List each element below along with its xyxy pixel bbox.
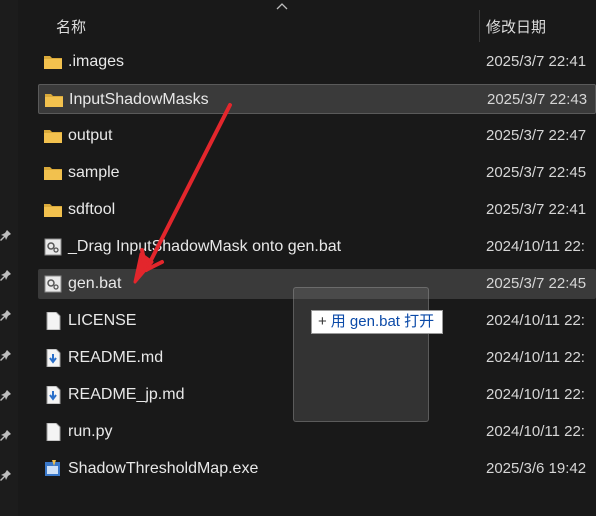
drop-action-tooltip: + 用 gen.bat 打开 [311,310,444,334]
pin-icon[interactable] [0,429,12,443]
file-row-images[interactable]: .images 2025/3/7 22:41 [38,47,596,77]
pin-icon[interactable] [0,229,12,243]
file-date: 2024/10/11 22: [486,312,585,329]
document-icon [46,312,61,330]
folder-icon [44,130,62,143]
folder-icon [44,56,62,69]
file-row-shadowthresholdmap-exe[interactable]: ShadowThresholdMap.exe 2025/3/6 19:42 [38,454,596,484]
markdown-file-icon [46,349,61,367]
file-date: 2025/3/7 22:41 [486,53,587,70]
file-name: gen.bat [68,275,122,292]
file-date: 2025/3/7 22:47 [486,127,587,144]
drag-preview [293,287,429,422]
name-column-header[interactable]: 名称 [56,16,86,37]
file-name: _Drag InputShadowMask onto gen.bat [68,238,342,255]
file-date: 2025/3/6 19:42 [486,460,587,477]
document-icon [46,423,61,441]
batch-file-icon [44,238,62,256]
file-name: README_jp.md [68,386,185,403]
file-row-output[interactable]: output 2025/3/7 22:47 [38,121,596,151]
folder-icon [45,94,63,107]
pin-icon[interactable] [0,269,12,283]
file-name: LICENSE [68,312,137,329]
plus-icon: + [318,313,327,330]
column-divider[interactable] [479,10,480,42]
folder-icon [44,167,62,180]
file-name: InputShadowMasks [69,91,209,108]
file-date: 2024/10/11 22: [486,238,585,255]
drop-action-text: 用 gen.bat 打开 [330,313,435,330]
date-modified-column-header[interactable]: 修改日期 [486,16,546,37]
folder-icon [44,204,62,217]
file-row-inputshadowmasks[interactable]: InputShadowMasks 2025/3/7 22:43 [38,84,596,114]
file-date: 2025/3/7 22:43 [487,91,588,108]
file-date: 2025/3/7 22:41 [486,201,587,218]
file-row-sdftool[interactable]: sdftool 2025/3/7 22:41 [38,195,596,225]
sort-ascending-icon[interactable] [276,2,288,10]
file-row-sample[interactable]: sample 2025/3/7 22:45 [38,158,596,188]
pin-icon[interactable] [0,309,12,323]
file-list: .images 2025/3/7 22:41 InputShadowMasks … [38,47,596,491]
pin-icon[interactable] [0,349,12,363]
pin-icon[interactable] [0,469,12,483]
navigation-pane-edge [0,0,18,516]
file-date: 2025/3/7 22:45 [486,275,587,292]
markdown-file-icon [46,386,61,404]
file-name: run.py [68,423,113,440]
file-name: README.md [68,349,164,366]
file-name: .images [68,53,125,70]
column-header-bar: 名称 修改日期 [18,0,596,44]
file-date: 2024/10/11 22: [486,386,585,403]
file-date: 2024/10/11 22: [486,349,585,366]
file-name: ShadowThresholdMap.exe [68,460,259,477]
file-explorer-window: 名称 修改日期 .images 2025/3/7 22:41 InputShad… [0,0,596,516]
exe-file-icon [45,460,60,476]
batch-file-icon [44,275,62,293]
file-date: 2025/3/7 22:45 [486,164,587,181]
file-name: sample [68,164,120,181]
file-name: sdftool [68,201,116,218]
pin-icon[interactable] [0,389,12,403]
file-name: output [68,127,113,144]
file-date: 2024/10/11 22: [486,423,585,440]
file-row-drag-instructions[interactable]: _Drag InputShadowMask onto gen.bat 2024/… [38,232,596,262]
